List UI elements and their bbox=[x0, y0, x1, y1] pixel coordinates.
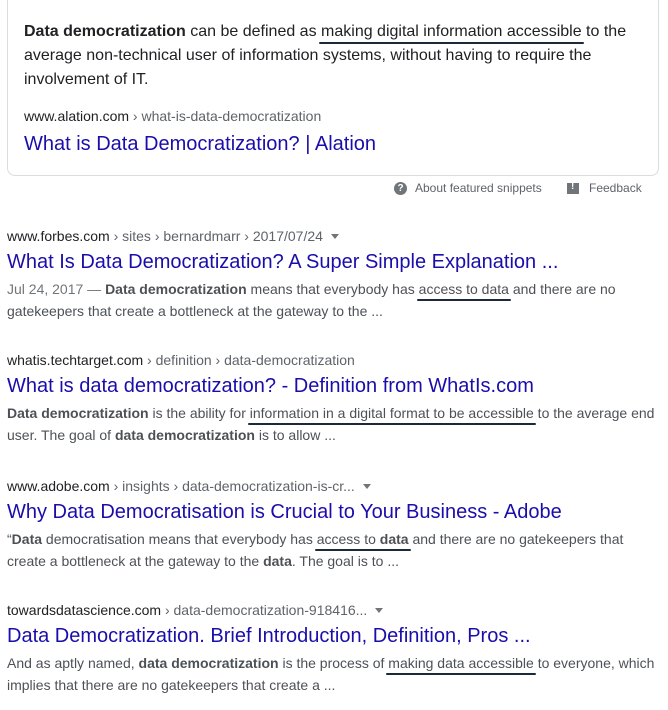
result-snippet: Jul 24, 2017 — Data democratization mean… bbox=[7, 278, 662, 322]
result-cite: www.forbes.com › sites › bernardmarr › 2… bbox=[7, 227, 662, 245]
featured-snippet-text: Data democratization can be defined as m… bbox=[24, 20, 644, 92]
result-domain: www.adobe.com bbox=[7, 478, 110, 494]
featured-highlight: making digital information accessible bbox=[321, 23, 582, 40]
search-result: whatis.techtarget.com › definition › dat… bbox=[7, 351, 662, 446]
snippet-highlight: information in a digital format to be ac… bbox=[249, 405, 534, 421]
snippet-highlight: making data accessible bbox=[388, 655, 534, 671]
result-snippet: And as aptly named, data democratization… bbox=[7, 652, 662, 696]
chevron-down-icon[interactable] bbox=[330, 233, 339, 239]
search-result: www.adobe.com › insights › data-democrat… bbox=[7, 477, 662, 572]
snippet-text: is the process of bbox=[278, 655, 389, 671]
snippet-bold: data democratization bbox=[114, 427, 255, 443]
result-date: Jul 24, 2017 — bbox=[7, 281, 106, 297]
snippet-bold: Data bbox=[11, 531, 43, 547]
result-snippet: Data democratization is the ability for … bbox=[7, 402, 662, 446]
snippet-text: is to allow ... bbox=[254, 427, 336, 443]
featured-result-title-link[interactable]: What is Data Democratization? | Alation bbox=[24, 131, 376, 157]
feedback-icon bbox=[567, 181, 579, 194]
snippet-bold: data bbox=[379, 531, 409, 547]
snippet-bold: data democratization bbox=[138, 655, 279, 671]
chevron-down-icon[interactable] bbox=[375, 607, 384, 613]
snippet-text: And as aptly named, bbox=[7, 655, 139, 671]
snippet-highlight: access to data bbox=[317, 531, 409, 547]
snippet-text: democratisation means that everybody has bbox=[42, 531, 317, 547]
featured-cite-domain: www.alation.com bbox=[24, 108, 130, 124]
about-featured-snippets-link[interactable]: ? About featured snippets bbox=[394, 181, 542, 195]
snippet-text: . The goal is to ... bbox=[291, 553, 399, 569]
result-path: › sites › bernardmarr › 2017/07/24 bbox=[109, 228, 323, 244]
result-title-link[interactable]: What Is Data Democratization? A Super Si… bbox=[7, 249, 662, 275]
about-featured-snippets-label: About featured snippets bbox=[415, 181, 542, 195]
featured-text-part: can be defined as bbox=[185, 23, 322, 40]
result-domain: whatis.techtarget.com bbox=[7, 352, 144, 368]
result-path: › definition › data-democratization bbox=[143, 352, 355, 368]
featured-cite-path: › what-is-data-democratization bbox=[129, 108, 322, 124]
snippet-highlight-text: access to bbox=[316, 531, 380, 547]
result-title-link[interactable]: What is data democratization? - Definiti… bbox=[7, 373, 662, 399]
featured-cite: www.alation.com › what-is-data-democrati… bbox=[24, 108, 321, 124]
snippet-text: is the ability for bbox=[148, 405, 250, 421]
result-snippet: “Data democratisation means that everybo… bbox=[7, 528, 662, 572]
search-result: www.forbes.com › sites › bernardmarr › 2… bbox=[7, 227, 662, 322]
feedback-label: Feedback bbox=[589, 181, 642, 195]
result-title-link[interactable]: Data Democratization. Brief Introduction… bbox=[7, 623, 662, 649]
result-domain: towardsdatascience.com bbox=[7, 602, 162, 618]
result-domain: www.forbes.com bbox=[7, 228, 110, 244]
search-result: towardsdatascience.com › data-democratiz… bbox=[7, 601, 662, 696]
result-path: › insights › data-democratization-is-cr.… bbox=[109, 478, 355, 494]
result-cite: towardsdatascience.com › data-democratiz… bbox=[7, 601, 662, 619]
snippet-bold: Data democratization bbox=[7, 405, 149, 421]
chevron-down-icon[interactable] bbox=[362, 483, 371, 489]
feedback-link[interactable]: Feedback bbox=[567, 181, 642, 195]
help-icon: ? bbox=[394, 181, 407, 195]
snippet-bold: data bbox=[263, 553, 292, 569]
result-title-link[interactable]: Why Data Democratisation is Crucial to Y… bbox=[7, 499, 662, 525]
snippet-text: means that everybody has bbox=[246, 281, 419, 297]
result-cite: whatis.techtarget.com › definition › dat… bbox=[7, 351, 662, 369]
featured-bold-term: Data democratization bbox=[24, 23, 186, 40]
result-path: › data-democratization-918416... bbox=[161, 602, 368, 618]
result-cite: www.adobe.com › insights › data-democrat… bbox=[7, 477, 662, 495]
snippet-bold: Data democratization bbox=[105, 281, 247, 297]
snippet-highlight: access to data bbox=[418, 281, 509, 297]
